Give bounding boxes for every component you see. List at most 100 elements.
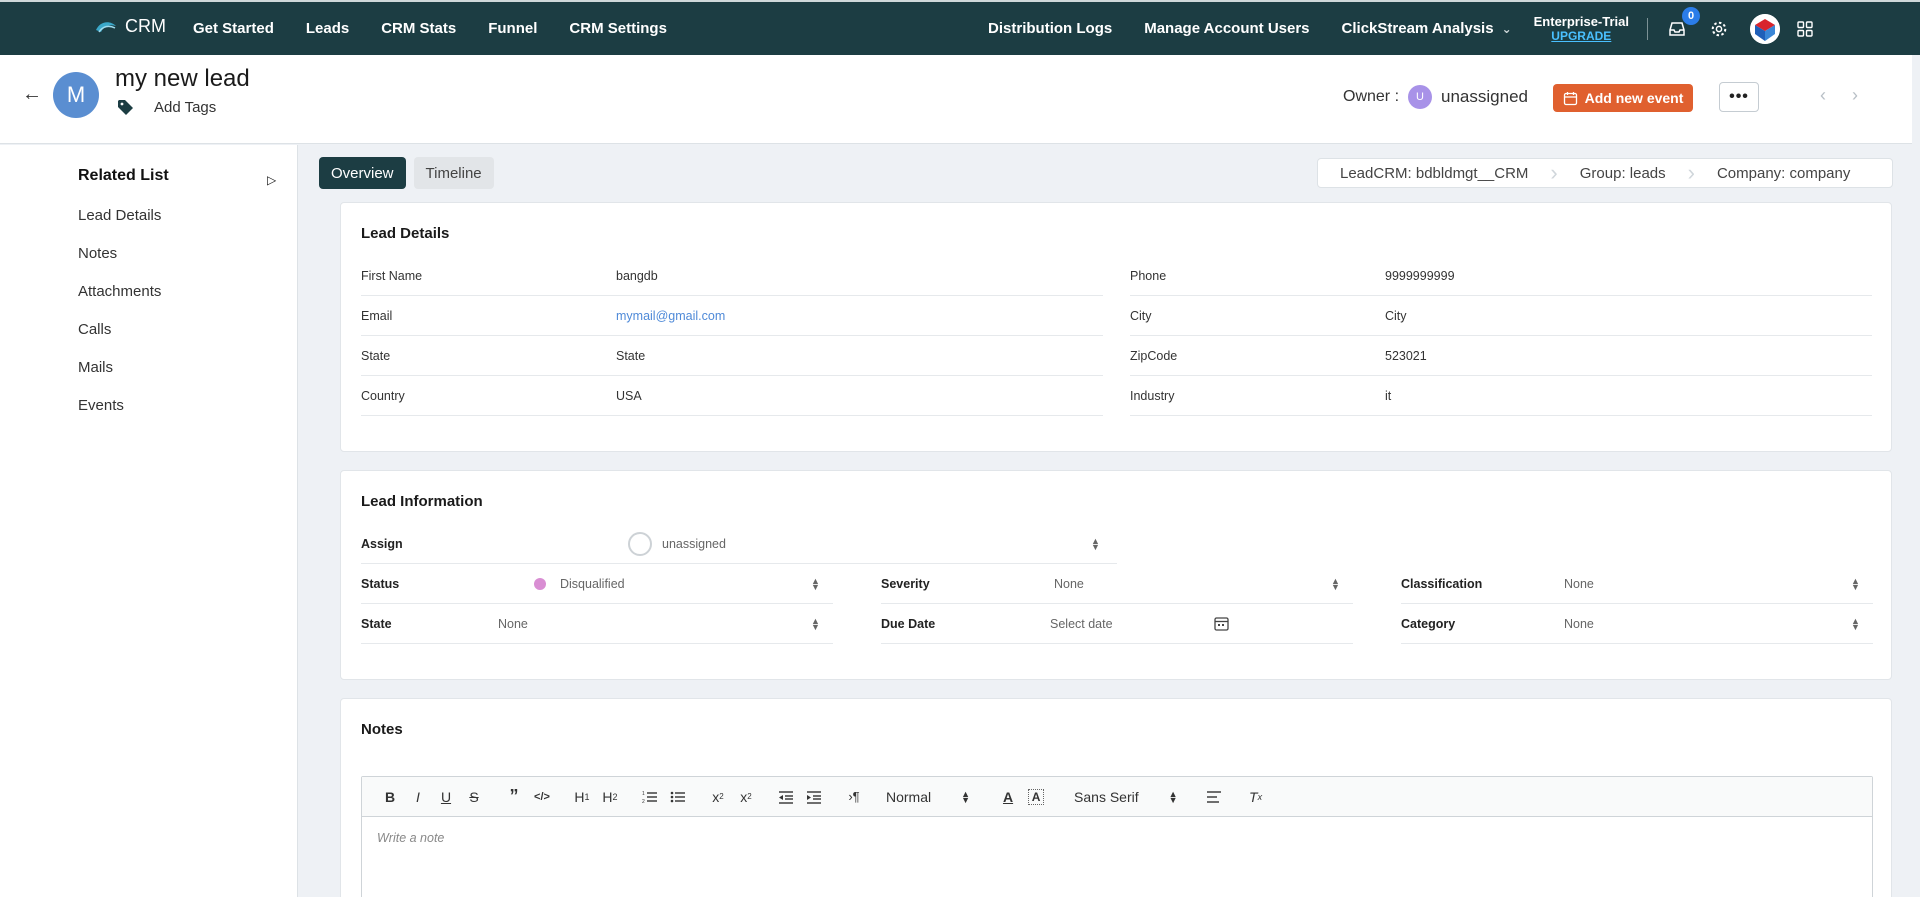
inbox-count-badge: 0	[1682, 6, 1700, 25]
collapse-arrow-icon[interactable]: ▷	[267, 173, 276, 187]
brand-name: CRM	[125, 16, 166, 36]
inbox-button[interactable]: 0	[1666, 6, 1700, 40]
nav-crm-stats[interactable]: CRM Stats	[381, 20, 456, 37]
owner-avatar: U	[1408, 85, 1433, 109]
font-select-value: Sans Serif	[1074, 788, 1139, 805]
select-arrows-icon: ▲ ▼	[1168, 788, 1178, 805]
add-event-button[interactable]: Add new event	[1553, 84, 1693, 112]
clear-format-icon[interactable]: Tx	[1242, 783, 1270, 811]
sidebar-item-mails[interactable]: Mails	[78, 359, 161, 397]
chevron-left-icon[interactable]: ‹	[1820, 85, 1826, 106]
sidebar-item-lead-details[interactable]: Lead Details	[78, 207, 161, 245]
owner-value[interactable]: unassigned	[1441, 87, 1528, 107]
indent-icon[interactable]	[800, 783, 828, 811]
breadcrumb-group[interactable]: Group: leads	[1558, 165, 1688, 182]
ordered-list-icon[interactable]: 12	[636, 783, 664, 811]
assign-label: Assign	[361, 536, 403, 551]
lead-details-title: Lead Details	[361, 225, 450, 242]
detail-value: 523021	[1385, 348, 1427, 363]
breadcrumb-leadcrm[interactable]: LeadCRM: bdbldmgt__CRM	[1318, 165, 1550, 182]
nav-get-started[interactable]: Get Started	[193, 20, 274, 37]
add-tags[interactable]: Add Tags	[117, 99, 216, 116]
severity-value: None	[1054, 576, 1084, 591]
sidebar-item-attachments[interactable]: Attachments	[78, 283, 161, 321]
tab-overview[interactable]: Overview	[319, 157, 406, 189]
font-select[interactable]: Sans Serif ▲ ▼	[1074, 789, 1178, 805]
severity-select[interactable]: Severity None ▲ ▼	[881, 564, 1353, 604]
subscript-icon[interactable]: x2	[704, 783, 732, 811]
detail-label: Phone	[1130, 268, 1167, 283]
detail-label: First Name	[361, 268, 423, 283]
category-label: Category	[1401, 616, 1456, 631]
crm-logo-icon	[96, 21, 116, 32]
settings-button[interactable]	[1708, 18, 1730, 40]
editor-toolbar: B I U S ” </> H1 H2 12 x2 x2 ›¶ Normal ▲…	[362, 777, 1872, 817]
outdent-icon[interactable]	[772, 783, 800, 811]
user-avatar[interactable]	[1750, 13, 1780, 44]
align-icon[interactable]	[1200, 783, 1228, 811]
calendar-icon[interactable]	[1214, 616, 1229, 634]
brand[interactable]: CRM	[95, 16, 166, 37]
heading1-icon[interactable]: H1	[568, 783, 596, 811]
strikethrough-icon[interactable]: S	[460, 783, 488, 811]
underline-icon[interactable]: U	[432, 783, 460, 811]
superscript-icon[interactable]: x2	[732, 783, 760, 811]
category-select[interactable]: Category None ▲ ▼	[1401, 604, 1873, 644]
status-dot-icon	[534, 577, 546, 590]
detail-value: it	[1385, 388, 1392, 403]
blockquote-icon[interactable]: ”	[500, 783, 528, 811]
sidebar-item-notes[interactable]: Notes	[78, 245, 161, 283]
status-label: Status	[361, 576, 400, 591]
breadcrumb-company[interactable]: Company: company	[1695, 165, 1872, 182]
clickstream-dropdown[interactable]: ClickStream Analysis ⌄	[1342, 20, 1512, 37]
back-arrow-icon[interactable]: ←	[22, 83, 42, 106]
bullet-list-icon[interactable]	[664, 783, 692, 811]
upgrade-link[interactable]: UPGRADE	[1551, 29, 1611, 44]
background-color-icon[interactable]: A	[1028, 788, 1045, 805]
sidebar-item-calls[interactable]: Calls	[78, 321, 161, 359]
state-label: State	[361, 616, 392, 631]
breadcrumb: LeadCRM: bdbldmgt__CRM › Group: leads › …	[1317, 158, 1893, 188]
email-link[interactable]: mymail@gmail.com	[616, 309, 725, 323]
lead-information-title: Lead Information	[361, 493, 483, 510]
state-select[interactable]: State None ▲ ▼	[361, 604, 833, 644]
page-title: my new lead	[115, 65, 250, 92]
due-date-field[interactable]: Due Date Select date	[881, 604, 1353, 644]
more-options-button[interactable]: •••	[1719, 82, 1759, 112]
detail-value: City	[1385, 308, 1407, 323]
owner-label: Owner :	[1343, 88, 1400, 105]
note-input[interactable]: Write a note	[362, 817, 1872, 859]
nav-distribution-logs[interactable]: Distribution Logs	[988, 20, 1112, 37]
sidebar-list: Lead Details Notes Attachments Calls Mai…	[78, 207, 161, 435]
nav-leads[interactable]: Leads	[306, 20, 349, 37]
status-select[interactable]: Status Disqualified ▲ ▼	[361, 564, 833, 604]
detail-value: State	[616, 348, 646, 363]
nav-crm-settings[interactable]: CRM Settings	[569, 20, 667, 37]
size-select[interactable]: Normal ▲ ▼	[886, 789, 970, 805]
view-tabs: Overview Timeline	[319, 157, 494, 189]
related-list-sidebar: Related List ▷ Lead Details Notes Attach…	[0, 145, 298, 897]
italic-icon[interactable]: I	[404, 783, 432, 811]
bold-icon[interactable]: B	[376, 783, 404, 811]
nav-manage-account-users[interactable]: Manage Account Users	[1144, 20, 1309, 37]
notes-card: Notes B I U S ” </> H1 H2 12 x2 x2 ›¶ No…	[340, 698, 1892, 897]
chevron-right-icon[interactable]: ›	[1852, 85, 1858, 106]
plan-info: Enterprise-Trial UPGRADE	[1534, 14, 1629, 44]
detail-row: City City	[1130, 296, 1872, 336]
plan-name: Enterprise-Trial	[1533, 13, 1629, 29]
tab-timeline[interactable]: Timeline	[413, 157, 494, 189]
text-direction-icon[interactable]: ›¶	[840, 783, 868, 811]
select-arrows-icon: ▲ ▼	[1091, 535, 1100, 552]
nav-funnel[interactable]: Funnel	[488, 20, 537, 37]
code-icon[interactable]: </>	[528, 783, 556, 811]
classification-select[interactable]: Classification None ▲ ▼	[1401, 564, 1873, 604]
apps-button[interactable]	[1794, 18, 1816, 40]
detail-label: State	[361, 348, 391, 363]
lead-details-card: Lead Details First Name bangdb Email mym…	[340, 202, 1892, 452]
assign-field[interactable]: Assign unassigned ▲ ▼	[361, 524, 1117, 564]
user-avatar-icon	[628, 531, 652, 556]
font-color-icon[interactable]: A	[994, 783, 1022, 811]
lead-header: ← M my new lead Add Tags Owner : U unass…	[0, 55, 1912, 144]
heading2-icon[interactable]: H2	[596, 783, 624, 811]
sidebar-item-events[interactable]: Events	[78, 397, 161, 435]
